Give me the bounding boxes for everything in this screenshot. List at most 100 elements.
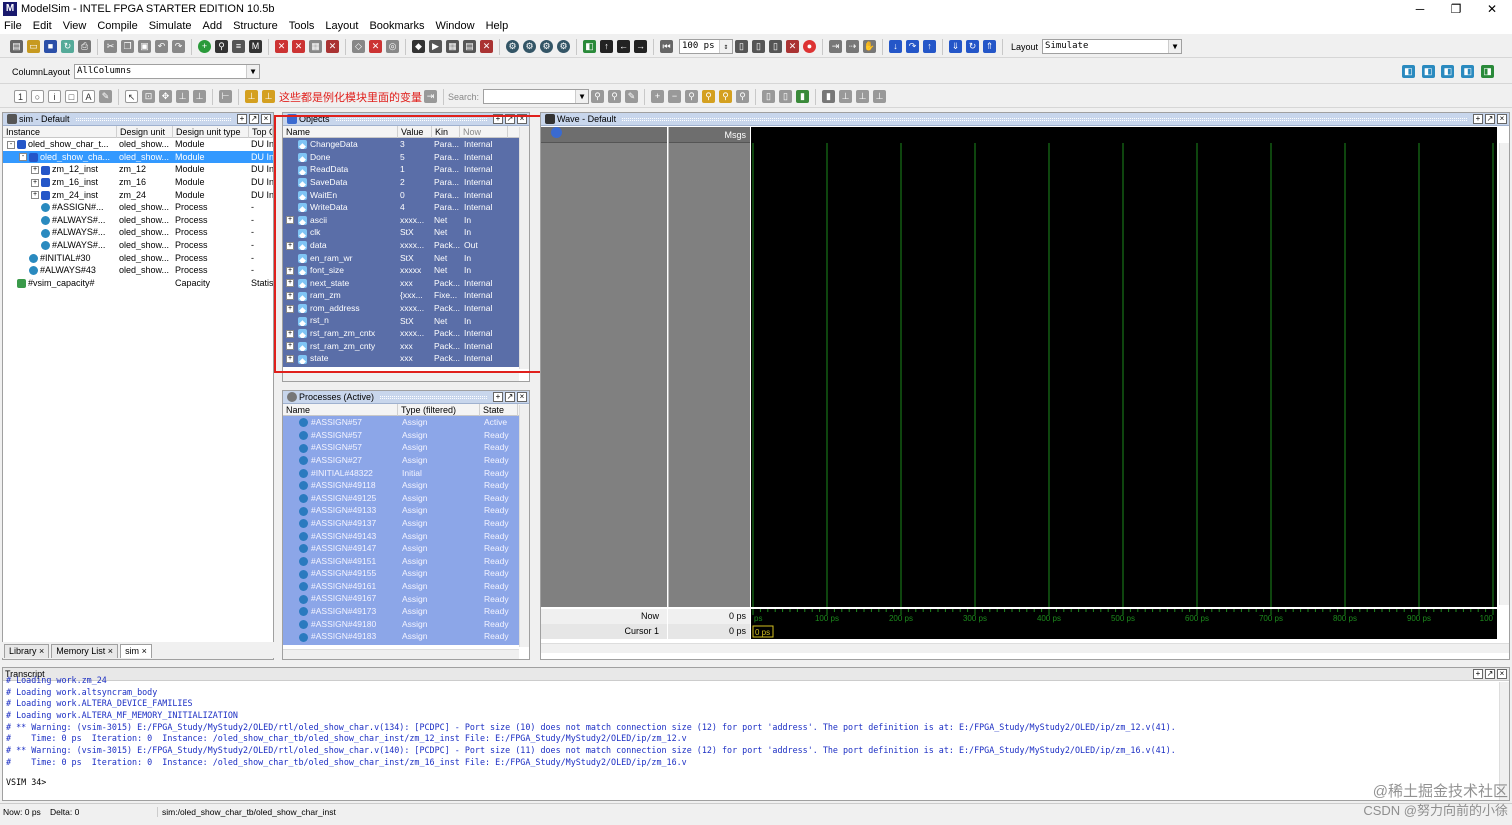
panel-close-icon[interactable]: ×	[261, 114, 271, 124]
undo-icon[interactable]: ↶	[155, 40, 168, 53]
column-layout-select[interactable]: AllColumns ▼	[74, 64, 261, 79]
col-type[interactable]: Type (filtered)	[398, 403, 480, 416]
menu-add[interactable]: Add	[203, 20, 223, 32]
step-up-icon[interactable]: ↑	[923, 40, 936, 53]
continue-icon[interactable]: ▯	[752, 40, 765, 53]
process-row[interactable]: #ASSIGN#49167 Assign Ready	[283, 592, 519, 605]
process-row[interactable]: #ASSIGN#49155 Assign Ready	[283, 567, 519, 580]
menu-simulate[interactable]: Simulate	[149, 20, 192, 32]
add-icon[interactable]: +	[198, 40, 211, 53]
wave-vscroll[interactable]	[1499, 143, 1509, 605]
sim-tree-row[interactable]: #vsim_capacity# Capacity Statis	[3, 277, 273, 290]
process-row[interactable]: #ASSIGN#49143 Assign Ready	[283, 529, 519, 542]
close-button[interactable]: ✕	[1477, 0, 1507, 18]
process-row[interactable]: #INITIAL#48322 Initial Ready	[283, 466, 519, 479]
zoom-last-icon[interactable]: ⚲	[719, 90, 733, 103]
search-find-icon[interactable]: ⚲	[591, 90, 605, 103]
col-name[interactable]: Name	[283, 403, 398, 416]
restart-icon[interactable]: ⏮	[660, 40, 673, 53]
panel-add-icon[interactable]: +	[1473, 114, 1483, 124]
step-back-icon[interactable]: ↻	[966, 40, 979, 53]
sim-tree-row[interactable]: #ALWAYS#43 oled_show... Process -	[3, 264, 273, 277]
menu-bookmarks[interactable]: Bookmarks	[369, 20, 424, 32]
hand-icon[interactable]: ✋	[863, 40, 876, 53]
panel-add-icon[interactable]: +	[237, 114, 247, 124]
minimize-button[interactable]: ─	[1405, 0, 1435, 18]
sim-tree-row[interactable]: #ALWAYS#... oled_show... Process -	[3, 214, 273, 227]
wave-tool3-icon[interactable]: ⊢	[219, 90, 232, 103]
reload-icon[interactable]: ↻	[61, 40, 74, 53]
panel-undock-icon[interactable]: ↗	[1485, 114, 1495, 124]
time-ruler[interactable]: ps 100 ps 200 ps 300 ps 400 ps 500 ps 600 ps 70…	[751, 609, 1497, 639]
tool4-icon[interactable]: □	[65, 90, 78, 103]
tab-library[interactable]: Library ×	[4, 644, 50, 658]
wave-edit5-icon[interactable]: ⊥	[839, 90, 853, 103]
panel-undock-icon[interactable]: ↗	[249, 114, 259, 124]
wave-search-icon[interactable]	[551, 127, 562, 138]
process-row[interactable]: #ASSIGN#49173 Assign Ready	[283, 605, 519, 618]
layout2-icon[interactable]: ◧	[1421, 65, 1435, 78]
sim-tree-row[interactable]: + zm_12_inst zm_12 Module DU In	[3, 163, 273, 176]
break-sim-icon[interactable]: ✕	[480, 40, 493, 53]
run-length-field[interactable]: 100 ps ⇕	[679, 39, 733, 54]
wave-edit7-icon[interactable]: ⊥	[873, 90, 887, 103]
stop-icon[interactable]: ✕	[326, 40, 339, 53]
compile-icon[interactable]: ▦	[309, 40, 322, 53]
process-row[interactable]: #ASSIGN#49133 Assign Ready	[283, 504, 519, 517]
process-row[interactable]: #ASSIGN#27 Assign Ready	[283, 454, 519, 467]
insert-icon[interactable]: ◧	[583, 40, 596, 53]
run-icon[interactable]: ▯	[735, 40, 748, 53]
menu-tools[interactable]: Tools	[289, 20, 315, 32]
step-into-icon[interactable]: ↓	[889, 40, 902, 53]
process-row[interactable]: #ASSIGN#57 Assign Active	[283, 416, 519, 429]
process-row[interactable]: #ASSIGN#57 Assign Ready	[283, 429, 519, 442]
chevron-down-icon[interactable]: ▼	[246, 65, 260, 78]
redo-icon[interactable]: ↷	[172, 40, 185, 53]
maximize-button[interactable]: ❐	[1441, 0, 1471, 18]
menu-window[interactable]: Window	[435, 20, 474, 32]
zoom-in-icon[interactable]: +	[651, 90, 665, 103]
delete-icon[interactable]: ✕	[369, 40, 382, 53]
clear-icon[interactable]: ✕	[292, 40, 305, 53]
layout-select[interactable]: Simulate ▼	[1042, 39, 1183, 54]
layout4-icon[interactable]: ◧	[1461, 65, 1475, 78]
wave-edit4-icon[interactable]: ▮	[822, 90, 836, 103]
zoom-fit-icon[interactable]: ◎	[386, 40, 399, 53]
memory-icon[interactable]: M	[249, 40, 262, 53]
process-row[interactable]: #ASSIGN#57 Assign Ready	[283, 441, 519, 454]
gear2-icon[interactable]: ⚙	[523, 40, 536, 53]
panel-close-icon[interactable]: ×	[1497, 114, 1507, 124]
step-over-icon[interactable]: ⇢	[846, 40, 859, 53]
gear4-icon[interactable]: ⚙	[557, 40, 570, 53]
zoom-full-icon[interactable]: ⚲	[685, 90, 699, 103]
menu-view[interactable]: View	[63, 20, 87, 32]
copy-icon[interactable]: ❐	[121, 40, 134, 53]
bookmark-icon[interactable]: ◇	[352, 40, 365, 53]
config-icon[interactable]: ▤	[463, 40, 476, 53]
wave-names-pane[interactable]	[541, 127, 667, 607]
tool3-icon[interactable]: i	[48, 90, 61, 103]
waveform-canvas[interactable]	[751, 127, 1497, 607]
menu-compile[interactable]: Compile	[97, 20, 137, 32]
grid-icon[interactable]: ▦	[446, 40, 459, 53]
menu-edit[interactable]: Edit	[33, 20, 52, 32]
tab-memory-list[interactable]: Memory List ×	[51, 644, 119, 658]
step-end-icon[interactable]: ⇑	[983, 40, 996, 53]
chevron-down-icon[interactable]: ▼	[575, 90, 589, 103]
break-icon[interactable]: ✕	[275, 40, 288, 53]
panel-close-icon[interactable]: ×	[1497, 669, 1507, 679]
col-instance[interactable]: Instance	[3, 125, 117, 138]
col-top[interactable]: Top C	[249, 125, 273, 138]
print-icon[interactable]: ⎙	[78, 40, 91, 53]
gear3-icon[interactable]: ⚙	[540, 40, 553, 53]
open-icon[interactable]: ▭	[27, 40, 40, 53]
cursor-add-icon[interactable]: ⊥	[245, 90, 258, 103]
processes-hscroll[interactable]	[283, 649, 519, 659]
up-arrow-icon[interactable]: ↑	[600, 40, 613, 53]
structure-icon[interactable]: ≡	[232, 40, 245, 53]
wave-values-pane[interactable]: Msgs	[668, 127, 750, 607]
pointer-icon[interactable]: ↖	[125, 90, 138, 103]
menu-file[interactable]: File	[4, 20, 22, 32]
step-icon[interactable]: ⇥	[829, 40, 842, 53]
menu-structure[interactable]: Structure	[233, 20, 278, 32]
